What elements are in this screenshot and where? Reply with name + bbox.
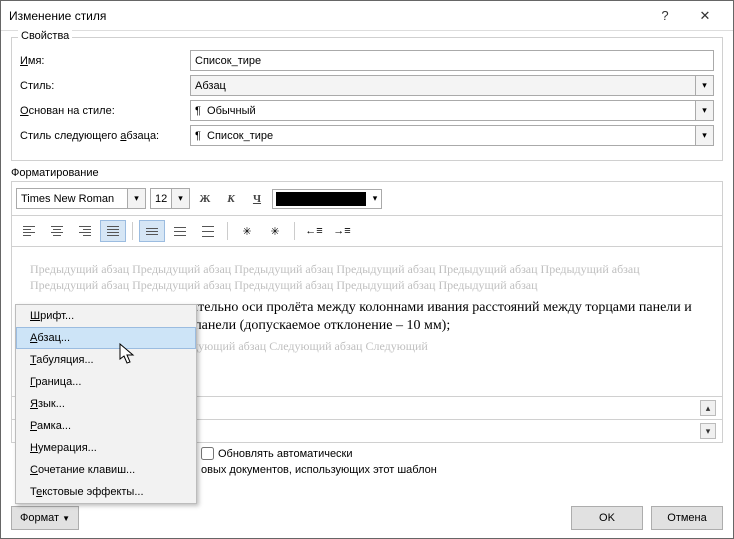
italic-button[interactable]: К — [220, 189, 242, 209]
style-label: Стиль: — [20, 80, 190, 92]
next-style-combo[interactable] — [190, 125, 696, 146]
scroll-up-icon[interactable]: ▴ — [700, 400, 716, 416]
space-before-decrease-button[interactable]: ✳ — [262, 220, 288, 242]
titlebar: Изменение стиля ? ✕ — [1, 1, 733, 31]
menu-font[interactable]: Шрифт... — [16, 305, 196, 327]
chevron-down-icon[interactable]: ▾ — [369, 193, 381, 204]
based-on-combo[interactable] — [190, 100, 696, 121]
line-spacing-1-button[interactable] — [139, 220, 165, 242]
next-style-label: Стиль следующего абзаца: — [20, 130, 190, 142]
ok-button[interactable]: OK — [571, 506, 643, 530]
auto-update-checkbox[interactable] — [201, 447, 214, 460]
separator — [227, 222, 228, 240]
dialog-footer: Формат▼ OK Отмена — [1, 498, 733, 538]
align-justify-button[interactable] — [100, 220, 126, 242]
help-button[interactable]: ? — [645, 8, 685, 23]
menu-text-effects[interactable]: Текстовые эффекты... — [16, 481, 196, 503]
format-context-menu: Шрифт... Абзац... Табуляция... Граница..… — [15, 304, 197, 504]
format-button[interactable]: Формат▼ — [11, 506, 79, 530]
separator — [132, 222, 133, 240]
chevron-down-icon[interactable]: ▾ — [696, 100, 714, 121]
menu-shortcut[interactable]: Сочетание клавиш... — [16, 459, 196, 481]
line-spacing-2-button[interactable] — [195, 220, 221, 242]
scroll-down-icon[interactable]: ▾ — [700, 423, 716, 439]
chevron-down-icon[interactable]: ▾ — [696, 75, 714, 96]
underline-button[interactable]: Ч — [246, 189, 268, 209]
chevron-down-icon[interactable]: ▾ — [696, 125, 714, 146]
font-color-picker[interactable]: ▾ — [272, 189, 382, 209]
properties-group: Свойства Имя: Стиль: ▾ Основан на стиле:… — [11, 37, 723, 161]
font-size-combo[interactable] — [150, 188, 172, 209]
dialog-title: Изменение стиля — [9, 9, 645, 23]
new-docs-label: овых документов, использующих этот шабло… — [201, 464, 437, 476]
properties-legend: Свойства — [18, 30, 72, 42]
font-family-combo[interactable] — [16, 188, 128, 209]
chevron-down-icon[interactable]: ▾ — [172, 188, 190, 209]
bold-button[interactable]: Ж — [194, 189, 216, 209]
menu-border[interactable]: Граница... — [16, 371, 196, 393]
menu-tabs[interactable]: Табуляция... — [16, 349, 196, 371]
separator — [294, 222, 295, 240]
based-on-label: Основан на стиле: — [20, 105, 190, 117]
close-button[interactable]: ✕ — [685, 8, 725, 24]
paragraph-toolbar: ✳ ✳ ←≡ →≡ — [11, 215, 723, 247]
style-combo[interactable] — [190, 75, 696, 96]
align-left-button[interactable] — [16, 220, 42, 242]
font-toolbar: ▾ ▾ Ж К Ч ▾ — [11, 181, 723, 215]
preview-before-text: Предыдущий абзац Предыдущий абзац Предыд… — [30, 261, 704, 293]
align-right-button[interactable] — [72, 220, 98, 242]
align-center-button[interactable] — [44, 220, 70, 242]
decrease-indent-button[interactable]: ←≡ — [301, 220, 327, 242]
menu-language[interactable]: Язык... — [16, 393, 196, 415]
new-docs-row: овых документов, использующих этот шабло… — [201, 464, 723, 476]
menu-numbering[interactable]: Нумерация... — [16, 437, 196, 459]
menu-paragraph[interactable]: Абзац... — [16, 327, 196, 349]
cancel-button[interactable]: Отмена — [651, 506, 723, 530]
name-input[interactable] — [190, 50, 714, 71]
increase-indent-button[interactable]: →≡ — [329, 220, 355, 242]
chevron-down-icon[interactable]: ▾ — [128, 188, 146, 209]
auto-update-row: Обновлять автоматически — [201, 447, 723, 460]
formatting-label: Форматирование — [11, 167, 733, 179]
name-label: Имя: — [20, 55, 190, 67]
menu-frame[interactable]: Рамка... — [16, 415, 196, 437]
auto-update-label: Обновлять автоматически — [218, 448, 353, 460]
color-preview — [276, 192, 366, 206]
line-spacing-1-5-button[interactable] — [167, 220, 193, 242]
space-before-increase-button[interactable]: ✳ — [234, 220, 260, 242]
